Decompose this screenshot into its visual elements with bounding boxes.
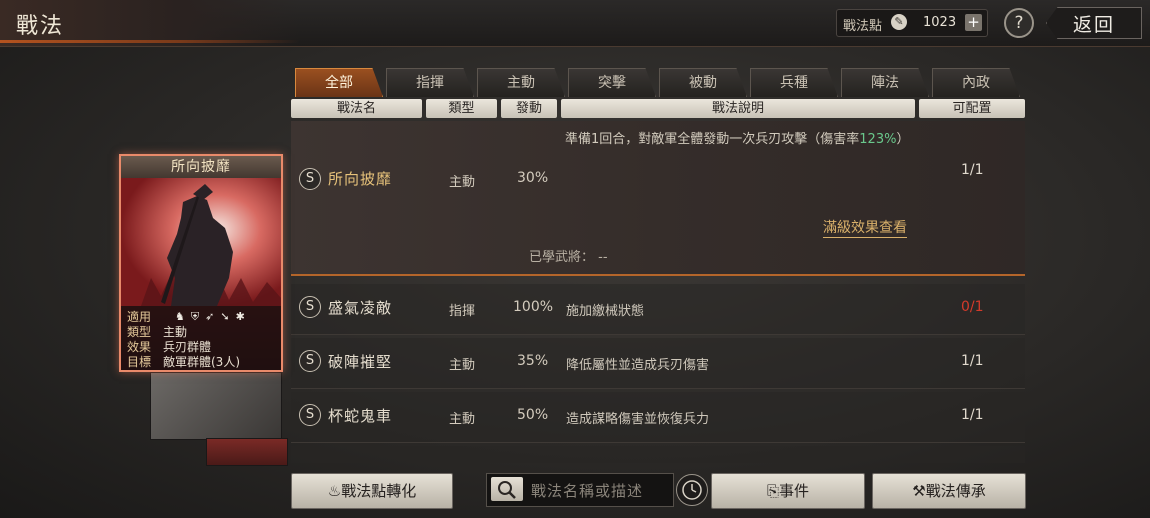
type-value: 主動 [163,325,188,339]
desc-text: 準備1回合，對敵軍全體發動一次兵刃攻擊（傷害率 [565,132,860,147]
search-icon[interactable] [491,477,523,501]
points-value: 1023 [923,15,957,30]
tactic-list[interactable]: S 所向披靡 主動 30% 準備1回合，對敵軍全體發動一次兵刃攻擊（傷害率123… [291,121,1025,463]
search-box[interactable]: 戰法名稱或描述 [486,473,674,507]
stacked-card-back [206,438,288,466]
col-rate-header[interactable]: 發動 [501,99,557,118]
cavalry-icon: ♞ [175,310,191,323]
tab-command[interactable]: 指揮 [386,68,474,97]
target-label: 目標 [127,355,152,369]
warrior-silhouette-art [121,178,281,306]
tactic-count: 1/1 [961,407,984,423]
tactic-row[interactable]: S 盛氣凌敵 指揮 100% 施加繳械狀態 0/1 [291,284,1025,335]
points-label: 戰法點 [843,19,883,34]
shield-icon: ⛨ [190,310,206,323]
tactic-description: 降低屬性並造成兵刃傷害 [566,358,710,373]
tactic-type: 主動 [449,175,476,190]
grade-s-badge: S [299,296,321,318]
learned-value: -- [598,250,608,265]
grade-s-badge: S [299,350,321,372]
tactic-point-coin-icon: ✎ [891,14,907,30]
tactic-row[interactable] [291,446,1025,463]
tab-formation[interactable]: 陣法 [841,68,929,97]
selected-tactic-row[interactable]: S 所向披靡 主動 30% 準備1回合，對敵軍全體發動一次兵刃攻擊（傷害率123… [291,121,1025,276]
events-label: 事件 [779,482,810,500]
target-value: 敵軍群體(3人) [163,355,240,369]
instrument-icon: ✱ [235,310,251,323]
card-target: 目標 敵軍群體(3人) [127,353,240,370]
tactic-card: 所向披靡 適用 ♞⛨➶➘✱ 類型 主動 效果 兵刃群體 目標 敵軍群體(3人) [119,154,283,372]
tactic-name: 杯蛇鬼車 [328,407,393,425]
grade-s-badge: S [299,404,321,426]
title-area: 戰法 [0,0,300,46]
col-desc-header: 戰法說明 [561,99,915,118]
events-button[interactable]: ⎘事件 [711,473,865,509]
damage-rate-highlight: 123% [859,132,897,147]
search-placeholder: 戰法名稱或描述 [531,482,644,500]
tactic-type: 主動 [449,412,476,427]
tactic-count: 1/1 [961,353,984,369]
tactic-description: 造成謀略傷害並恢復兵力 [566,412,710,427]
card-info: 適用 ♞⛨➶➘✱ 類型 主動 效果 兵刃群體 目標 敵軍群體(3人) [121,306,281,370]
tab-internal-affairs[interactable]: 內政 [932,68,1020,97]
spear-icon: ➘ [220,310,236,323]
add-points-button[interactable]: + [965,14,982,31]
col-type-header[interactable]: 類型 [426,99,497,118]
fire-icon: ♨ [327,482,342,500]
tactic-description: 準備1回合，對敵軍全體發動一次兵刃攻擊（傷害率123%） [565,129,915,151]
back-button[interactable]: 返回 [1046,7,1142,39]
back-label: 返回 [1073,14,1116,36]
top-bar: 戰法 戰法點 ✎ 1023 + ? 返回 [0,0,1150,47]
tactic-rate: 50% [517,407,549,423]
full-level-effect-link[interactable]: 滿級效果查看 [823,217,907,238]
grade-s-badge: S [299,168,321,190]
learned-label: 已學武將： [529,250,595,265]
troop-type-icons: ♞⛨➶➘✱ [175,310,251,324]
tab-assault[interactable]: 突擊 [568,68,656,97]
col-name-header[interactable]: 戰法名 [291,99,422,118]
tactic-rate: 35% [517,353,549,369]
bow-icon: ➶ [205,310,221,323]
page-title: 戰法 [16,14,65,39]
desc-text-end: ） [896,132,910,147]
history-clock-icon[interactable] [676,474,708,506]
title-underline [0,40,300,43]
learned-generals: 已學武將： -- [529,246,608,265]
help-button[interactable]: ? [1004,8,1034,38]
tab-passive[interactable]: 被動 [659,68,747,97]
effect-value: 兵刃群體 [163,340,212,354]
tactic-name: 所向披靡 [328,170,393,188]
col-count-header[interactable]: 可配置 [919,99,1025,118]
tactic-count: 0/1 [961,299,984,315]
tactic-row[interactable]: S 杯蛇鬼車 主動 50% 造成謀略傷害並恢復兵力 1/1 [291,392,1025,443]
tactic-description: 施加繳械狀態 [566,304,645,319]
scroll-icon: ⎘ [766,482,779,500]
tactic-type: 主動 [449,358,476,373]
category-tabs: 全部 指揮 主動 突擊 被動 兵種 陣法 內政 [295,68,1025,98]
convert-label: 戰法點轉化 [341,482,417,500]
tactic-rate: 30% [517,170,549,186]
tab-troop-type[interactable]: 兵種 [750,68,838,97]
stacked-card-back [150,372,282,440]
tactic-name: 盛氣凌敵 [328,299,393,317]
tactic-rate: 100% [513,299,554,315]
hammer-icon: ⚒ [912,482,926,500]
tactic-name: 破陣摧堅 [328,353,393,371]
tab-all[interactable]: 全部 [295,68,383,97]
tactic-row[interactable]: S 破陣摧堅 主動 35% 降低屬性並造成兵刃傷害 1/1 [291,338,1025,389]
convert-points-button[interactable]: ♨戰法點轉化 [291,473,453,509]
tactic-type: 指揮 [449,304,476,319]
tab-active[interactable]: 主動 [477,68,565,97]
inherit-tactic-button[interactable]: ⚒戰法傳承 [872,473,1026,509]
inherit-label: 戰法傳承 [925,482,986,500]
card-title: 所向披靡 [121,156,281,178]
tactic-points-display: 戰法點 ✎ 1023 + [836,9,988,37]
tactic-count: 1/1 [961,162,984,178]
